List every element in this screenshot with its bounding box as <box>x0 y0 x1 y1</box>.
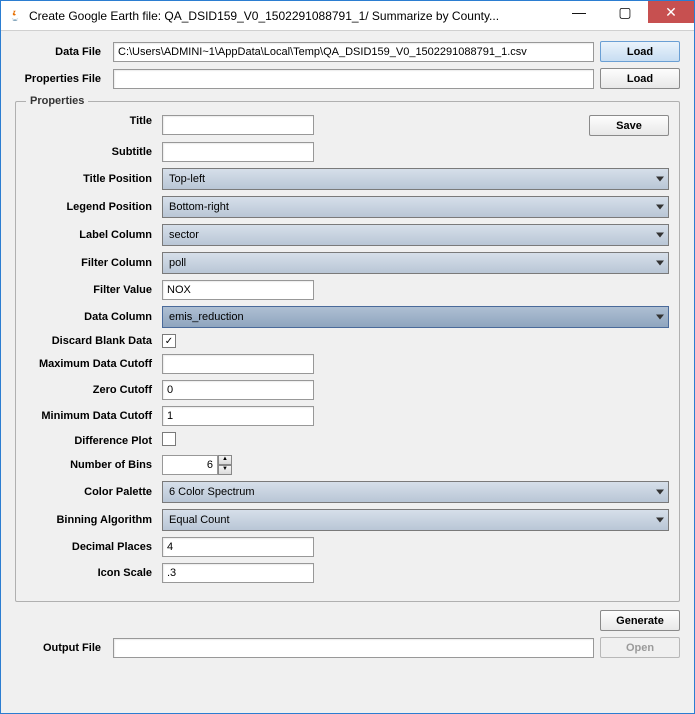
data-file-input[interactable] <box>113 42 594 62</box>
minimize-button[interactable]: — <box>556 1 602 23</box>
window-controls: — ▢ ✕ <box>556 1 694 30</box>
content-area: Data File Load Properties File Load Prop… <box>1 31 694 668</box>
data-file-label: Data File <box>15 46 107 58</box>
properties-file-label: Properties File <box>15 73 107 85</box>
discard-blank-row: Discard Blank Data ✓ <box>26 334 669 348</box>
legend-position-select[interactable]: Bottom-right <box>162 196 669 218</box>
chevron-down-icon <box>656 177 664 182</box>
decimal-places-input[interactable] <box>162 537 314 557</box>
title-position-label: Title Position <box>26 173 156 185</box>
filter-column-label: Filter Column <box>26 257 156 269</box>
filter-column-select[interactable]: poll <box>162 252 669 274</box>
properties-file-row: Properties File Load <box>15 68 680 89</box>
num-bins-spinner: ▲ ▼ <box>162 455 669 475</box>
subtitle-label: Subtitle <box>26 146 156 158</box>
chevron-down-icon <box>656 490 664 495</box>
binning-row: Binning Algorithm Equal Count <box>26 509 669 531</box>
filter-column-value: poll <box>169 257 186 269</box>
icon-scale-label: Icon Scale <box>26 567 156 579</box>
save-button[interactable]: Save <box>589 115 669 136</box>
label-column-label: Label Column <box>26 229 156 241</box>
subtitle-row: Subtitle <box>26 142 669 162</box>
chevron-down-icon <box>656 518 664 523</box>
legend-position-label: Legend Position <box>26 201 156 213</box>
chevron-down-icon <box>656 205 664 210</box>
properties-fieldset: Properties Title Save Subtitle Title Pos… <box>15 95 680 602</box>
output-file-row: Output File Open <box>15 637 680 658</box>
generate-row: Generate <box>15 610 680 631</box>
diff-plot-checkbox[interactable] <box>162 432 176 446</box>
window-frame: Create Google Earth file: QA_DSID159_V0_… <box>0 0 695 714</box>
discard-blank-label: Discard Blank Data <box>26 335 156 347</box>
title-position-row: Title Position Top-left <box>26 168 669 190</box>
data-file-row: Data File Load <box>15 41 680 62</box>
zero-cutoff-input[interactable] <box>162 380 314 400</box>
data-column-value: emis_reduction <box>169 311 244 323</box>
palette-label: Color Palette <box>26 486 156 498</box>
max-cutoff-row: Maximum Data Cutoff <box>26 354 669 374</box>
java-icon <box>7 8 23 24</box>
titlebar[interactable]: Create Google Earth file: QA_DSID159_V0_… <box>1 1 694 31</box>
discard-blank-checkbox[interactable]: ✓ <box>162 334 176 348</box>
generate-button[interactable]: Generate <box>600 610 680 631</box>
min-cutoff-row: Minimum Data Cutoff <box>26 406 669 426</box>
properties-legend: Properties <box>26 95 88 107</box>
icon-scale-row: Icon Scale <box>26 563 669 583</box>
binning-label: Binning Algorithm <box>26 514 156 526</box>
bottom-area: Generate Output File Open <box>15 610 680 658</box>
diff-plot-label: Difference Plot <box>26 435 156 447</box>
min-cutoff-label: Minimum Data Cutoff <box>26 410 156 422</box>
title-position-select[interactable]: Top-left <box>162 168 669 190</box>
num-bins-input[interactable] <box>162 455 218 475</box>
data-column-select[interactable]: emis_reduction <box>162 306 669 328</box>
label-column-value: sector <box>169 229 199 241</box>
title-position-value: Top-left <box>169 173 205 185</box>
filter-value-row: Filter Value <box>26 280 669 300</box>
max-cutoff-label: Maximum Data Cutoff <box>26 358 156 370</box>
load-propsfile-button[interactable]: Load <box>600 68 680 89</box>
data-column-row: Data Column emis_reduction <box>26 306 669 328</box>
title-row: Title Save <box>26 115 669 136</box>
output-file-label: Output File <box>15 642 107 654</box>
diff-plot-row: Difference Plot <box>26 432 669 449</box>
zero-cutoff-label: Zero Cutoff <box>26 384 156 396</box>
properties-file-input[interactable] <box>113 69 594 89</box>
palette-select[interactable]: 6 Color Spectrum <box>162 481 669 503</box>
output-file-input[interactable] <box>113 638 594 658</box>
palette-value: 6 Color Spectrum <box>169 486 255 498</box>
chevron-down-icon <box>656 261 664 266</box>
window-title: Create Google Earth file: QA_DSID159_V0_… <box>29 9 556 23</box>
legend-position-row: Legend Position Bottom-right <box>26 196 669 218</box>
open-button[interactable]: Open <box>600 637 680 658</box>
num-bins-row: Number of Bins ▲ ▼ <box>26 455 669 475</box>
icon-scale-input[interactable] <box>162 563 314 583</box>
filter-value-input[interactable] <box>162 280 314 300</box>
spinner-up-button[interactable]: ▲ <box>218 455 232 465</box>
title-input[interactable] <box>162 115 314 135</box>
filter-value-label: Filter Value <box>26 284 156 296</box>
data-column-label: Data Column <box>26 311 156 323</box>
title-label: Title <box>26 115 156 127</box>
max-cutoff-input[interactable] <box>162 354 314 374</box>
filter-column-row: Filter Column poll <box>26 252 669 274</box>
decimal-places-label: Decimal Places <box>26 541 156 553</box>
chevron-down-icon <box>656 233 664 238</box>
load-datafile-button[interactable]: Load <box>600 41 680 62</box>
chevron-down-icon <box>656 315 664 320</box>
num-bins-label: Number of Bins <box>26 459 156 471</box>
label-column-row: Label Column sector <box>26 224 669 246</box>
legend-position-value: Bottom-right <box>169 201 229 213</box>
zero-cutoff-row: Zero Cutoff <box>26 380 669 400</box>
palette-row: Color Palette 6 Color Spectrum <box>26 481 669 503</box>
binning-select[interactable]: Equal Count <box>162 509 669 531</box>
decimal-places-row: Decimal Places <box>26 537 669 557</box>
subtitle-input[interactable] <box>162 142 314 162</box>
close-button[interactable]: ✕ <box>648 1 694 23</box>
label-column-select[interactable]: sector <box>162 224 669 246</box>
min-cutoff-input[interactable] <box>162 406 314 426</box>
binning-value: Equal Count <box>169 514 230 526</box>
spinner-down-button[interactable]: ▼ <box>218 465 232 475</box>
maximize-button[interactable]: ▢ <box>602 1 648 23</box>
